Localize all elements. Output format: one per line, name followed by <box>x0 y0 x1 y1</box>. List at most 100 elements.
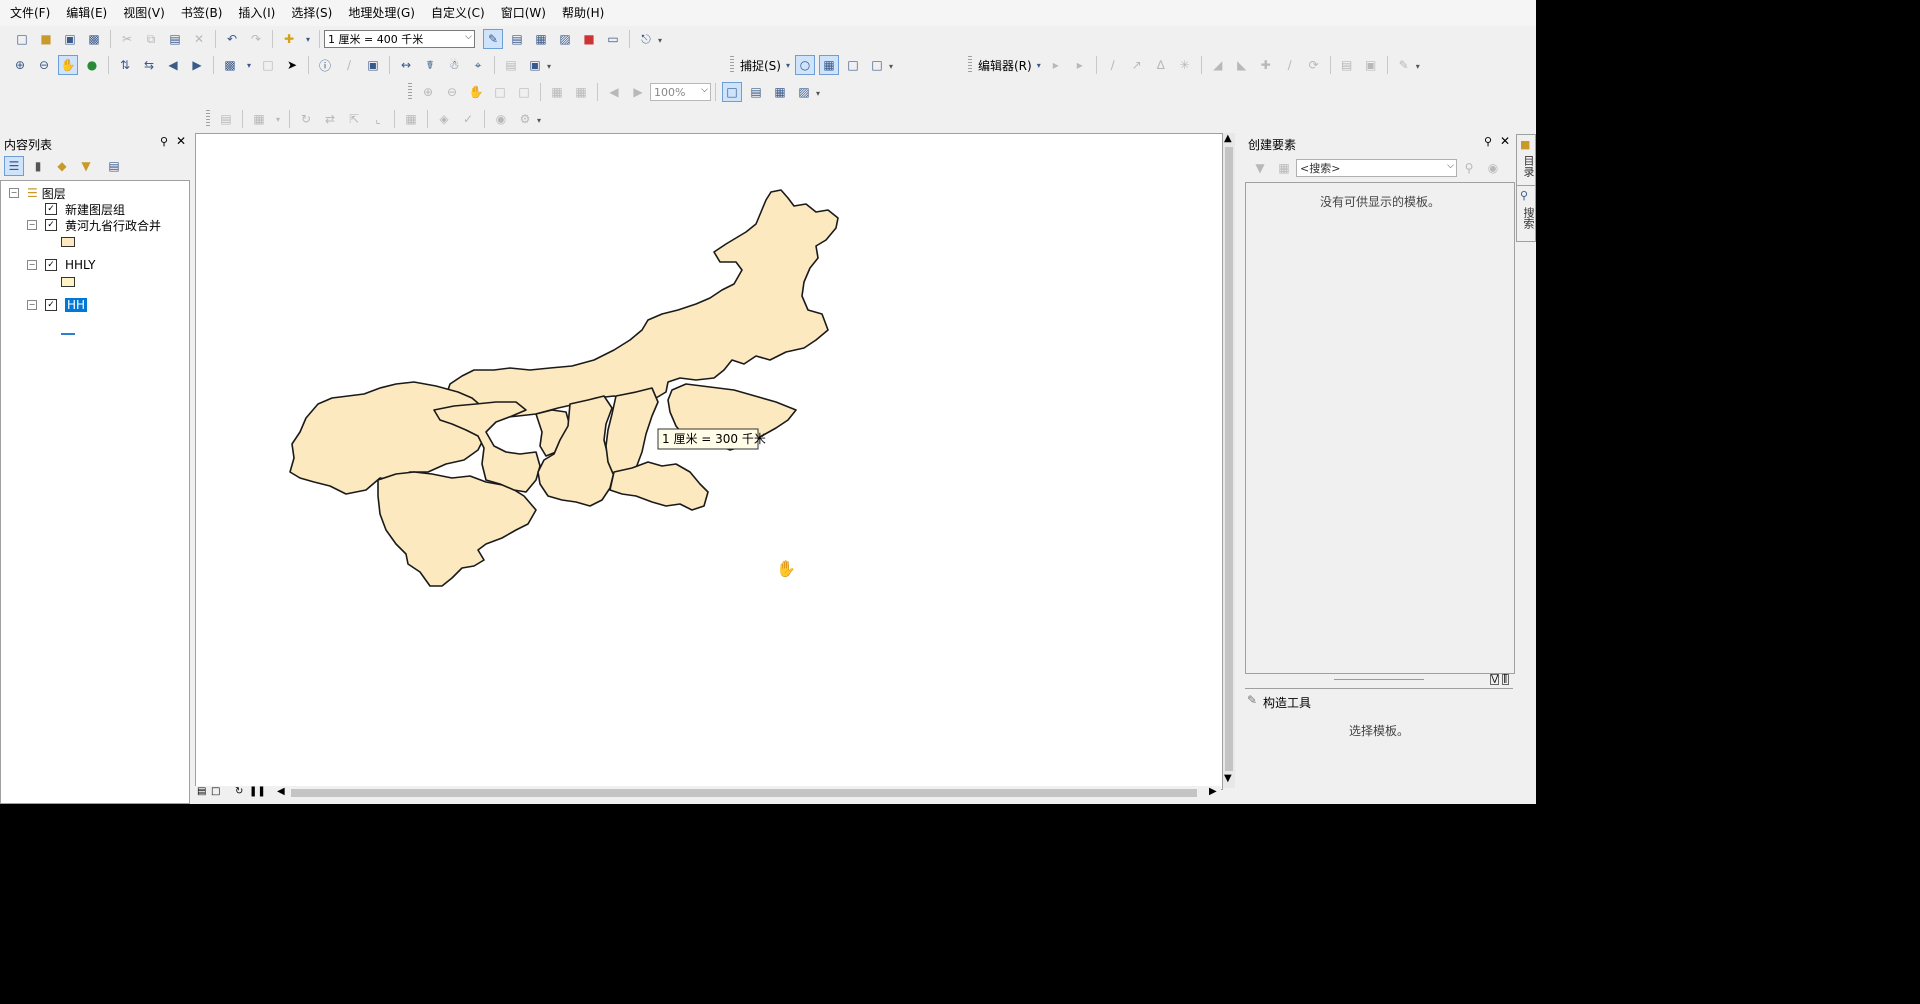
filter-icon[interactable]: ▼ <box>1250 158 1270 178</box>
layer-row-provinces[interactable]: − ✓ 黄河九省行政合并 <box>27 217 161 233</box>
data-driven-pages-icon[interactable]: ▨ <box>794 82 814 102</box>
pin-icon[interactable]: ⚲ <box>160 135 168 148</box>
collapse-icon[interactable]: − <box>27 300 37 310</box>
scroll-left-icon[interactable]: ◀ <box>277 786 285 797</box>
catalog-tab-icon[interactable]: ■ <box>1520 138 1530 151</box>
find-icon[interactable]: ☤ <box>420 55 440 75</box>
cut-polygons-icon[interactable]: ✚ <box>1256 55 1276 75</box>
edit-tool-icon[interactable]: ▸ <box>1046 55 1066 75</box>
line-symbol[interactable] <box>61 333 75 335</box>
toggle-draft-mode-icon[interactable]: □ <box>722 82 742 102</box>
rectify-dropdown-icon[interactable]: ▾ <box>273 109 283 129</box>
editor-dropdown-icon[interactable]: ▾ <box>1034 55 1044 75</box>
layer-visibility-checkbox[interactable]: ✓ <box>45 259 57 271</box>
layer-label-selected[interactable]: HH <box>65 298 88 312</box>
fixed-zoom-out-layout-icon[interactable]: ▦ <box>571 82 591 102</box>
auto-registration-icon[interactable]: ◈ <box>434 109 454 129</box>
layer-row-hh[interactable]: − ✓ HH <box>27 297 88 313</box>
polygon-symbol[interactable] <box>61 277 75 287</box>
layer-label[interactable]: 黄河九省行政合并 <box>65 217 161 234</box>
undo-icon[interactable]: ↶ <box>222 29 242 49</box>
toolbar-options-icon[interactable]: ▾ <box>889 62 897 76</box>
select-features-icon[interactable]: ▩ <box>220 55 240 75</box>
list-by-source-icon[interactable]: ▮ <box>28 156 48 176</box>
python-window-icon[interactable]: ▭ <box>603 29 623 49</box>
open-folder-icon[interactable]: ■ <box>36 29 56 49</box>
edge-snapping-icon[interactable]: □ <box>867 55 887 75</box>
toolbar-options-icon[interactable]: ▾ <box>816 89 824 103</box>
pause-drawing-icon[interactable]: ❚❚ <box>249 786 266 797</box>
back-extent-icon[interactable]: ◀ <box>163 55 183 75</box>
template-search-combo[interactable]: <搜索> ⌵ <box>1296 159 1457 177</box>
settings-icon[interactable]: ⚙ <box>515 109 535 129</box>
find-route-icon[interactable]: ☃ <box>444 55 464 75</box>
add-control-points-icon[interactable]: ⌞ <box>368 109 388 129</box>
menu-view[interactable]: 视图(V) <box>117 0 171 26</box>
inner-mongolia-polygon[interactable] <box>435 189 839 419</box>
collapse-icon[interactable]: − <box>27 260 37 270</box>
close-icon[interactable]: ✕ <box>176 134 186 148</box>
create-features-icon[interactable]: ✎ <box>1394 55 1414 75</box>
layer-label[interactable]: HHLY <box>65 258 95 272</box>
reshape-icon[interactable]: ◣ <box>1232 55 1252 75</box>
zoom-whole-page-icon[interactable]: □ <box>490 82 510 102</box>
editor-menu[interactable]: 编辑器(R) <box>978 57 1032 74</box>
select-elements-icon[interactable]: ➤ <box>282 55 302 75</box>
full-extent-icon[interactable]: ● <box>82 55 102 75</box>
list-by-visibility-icon[interactable]: ◆ <box>52 156 72 176</box>
toolbar-options-icon[interactable]: ▾ <box>1416 62 1424 76</box>
html-popup-icon[interactable]: ▣ <box>363 55 383 75</box>
horizontal-scroll-thumb[interactable] <box>291 789 1197 797</box>
print-icon[interactable]: ▩ <box>84 29 104 49</box>
layer-row-hhly[interactable]: − ✓ HHLY <box>27 257 95 273</box>
snapping-dropdown-icon[interactable]: ▾ <box>783 55 793 75</box>
georef-options-icon[interactable]: ✓ <box>458 109 478 129</box>
sketch-properties-icon[interactable]: ▣ <box>1361 55 1381 75</box>
arctoolbox-icon[interactable]: ■ <box>579 29 599 49</box>
toolbar-grip[interactable] <box>206 110 210 128</box>
catalog-icon[interactable]: ▦ <box>531 29 551 49</box>
collapse-icon[interactable]: − <box>9 188 19 198</box>
point-snapping-icon[interactable]: ○ <box>794 55 815 75</box>
copy-icon[interactable]: ⧉ <box>141 29 161 49</box>
layer-icon[interactable]: ▤ <box>216 109 236 129</box>
menu-insert[interactable]: 插入(I) <box>232 0 281 26</box>
toolbar-options-icon[interactable]: ▾ <box>547 62 555 76</box>
trace-icon[interactable]: ∆ <box>1151 55 1171 75</box>
hyperlink-icon[interactable]: ∕ <box>339 55 359 75</box>
fixed-zoom-out-icon[interactable]: ⇆ <box>139 55 159 75</box>
menu-customize[interactable]: 自定义(C) <box>425 0 491 26</box>
expand-icon[interactable]: ⋁ <box>1490 674 1500 685</box>
menu-geoprocessing[interactable]: 地理处理(G) <box>342 0 421 26</box>
forward-extent-icon[interactable]: ▶ <box>187 55 207 75</box>
zoom-100-icon[interactable]: □ <box>514 82 534 102</box>
redo-icon[interactable]: ↷ <box>246 29 266 49</box>
go-forward-extent-layout-icon[interactable]: ▶ <box>628 82 648 102</box>
viewer-window-icon[interactable]: ▣ <box>525 55 545 75</box>
new-document-icon[interactable]: □ <box>12 29 32 49</box>
attributes-icon[interactable]: ▤ <box>1337 55 1357 75</box>
editor-toolbar-icon[interactable]: ✎ <box>483 29 503 49</box>
rotate-icon[interactable]: ⟳ <box>1304 55 1324 75</box>
toolbar-options-icon[interactable]: ▾ <box>658 36 666 50</box>
search-window-icon[interactable]: ▨ <box>555 29 575 49</box>
layout-zoom-out-icon[interactable]: ⊖ <box>442 82 462 102</box>
scroll-down-icon[interactable]: ▼ <box>1224 773 1232 784</box>
menu-edit[interactable]: 编辑(E) <box>60 0 113 26</box>
identify-icon[interactable]: ⓘ <box>315 55 335 75</box>
menu-selection[interactable]: 选择(S) <box>285 0 338 26</box>
search-tab[interactable]: 搜索 <box>1520 207 1536 229</box>
end-point-arc-icon[interactable]: ↗ <box>1127 55 1147 75</box>
time-slider-icon[interactable]: ▤ <box>501 55 521 75</box>
pin-icon[interactable]: ⚲ <box>1484 135 1492 148</box>
organize-templates-icon[interactable]: ▦ <box>1274 158 1294 178</box>
select-features-dropdown-icon[interactable]: ▾ <box>244 55 254 75</box>
menu-windows[interactable]: 窗口(W) <box>495 0 552 26</box>
fixed-zoom-in-layout-icon[interactable]: ▦ <box>547 82 567 102</box>
add-data-dropdown-icon[interactable]: ▾ <box>303 29 313 49</box>
map-scale-combo[interactable]: 1 厘米 = 400 千米 ⌵ <box>324 30 475 48</box>
layout-view-icon[interactable]: □ <box>211 786 220 797</box>
layout-zoom-in-icon[interactable]: ⊕ <box>418 82 438 102</box>
toolbar-grip[interactable] <box>730 56 734 74</box>
scroll-right-icon[interactable]: ▶ <box>1209 786 1217 797</box>
